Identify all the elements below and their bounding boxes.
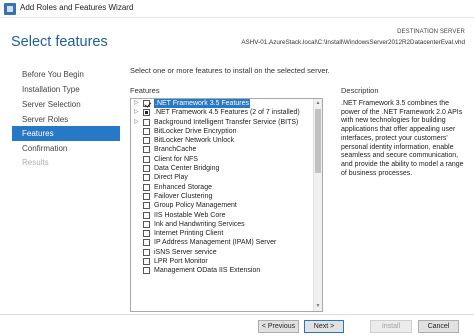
feature-row[interactable]: ▷ .NET Framework 4.5 Features (2 of 7 ins… xyxy=(131,108,322,117)
feature-label: .NET Framework 3.5 Features xyxy=(154,99,251,109)
feature-row[interactable]: ▷ .NET Framework 3.5 Features xyxy=(131,99,322,109)
feature-label: Direct Play xyxy=(154,174,188,182)
feature-row[interactable]: Internet Printing Client xyxy=(131,229,322,238)
feature-label: BranchCache xyxy=(154,146,197,154)
feature-row[interactable]: LPR Port Monitor xyxy=(131,257,322,266)
scroll-up-arrow-icon[interactable]: ▲ xyxy=(314,99,322,108)
destination-server-label: DESTINATION SERVER xyxy=(397,29,465,35)
title-bar: Add Roles and Features Wizard xyxy=(0,0,474,18)
feature-checkbox[interactable] xyxy=(143,202,150,210)
feature-label: IP Address Management (IPAM) Server xyxy=(154,239,277,247)
feature-row[interactable]: Ink and Handwriting Services xyxy=(131,220,322,229)
feature-checkbox[interactable] xyxy=(143,239,150,247)
feature-row[interactable]: Management OData IIS Extension xyxy=(131,266,322,275)
feature-row[interactable]: BitLocker Drive Encryption xyxy=(131,127,322,136)
wizard-footer: < Previous Next > Install Cancel xyxy=(0,314,474,336)
feature-label: Management OData IIS Extension xyxy=(154,267,261,275)
nav-item-before-you-begin[interactable]: Before You Begin xyxy=(12,67,120,82)
feature-row[interactable]: Failover Clustering xyxy=(131,192,322,201)
feature-label: iSNS Server service xyxy=(154,248,217,256)
feature-checkbox[interactable] xyxy=(143,109,150,117)
feature-checkbox[interactable] xyxy=(143,248,150,256)
feature-label: BitLocker Drive Encryption xyxy=(154,127,237,135)
feature-label: Client for NFS xyxy=(154,155,198,163)
wizard-nav: Before You Begin Installation Type Serve… xyxy=(0,62,120,314)
feature-list: ▷ .NET Framework 3.5 Features ▷ .NET Framew… xyxy=(131,99,322,276)
feature-checkbox[interactable] xyxy=(143,155,150,163)
instruction-text: Select one or more features to install o… xyxy=(130,66,330,75)
destination-server-value: ASHV-01.AzureStack.local\C:\Install\Wind… xyxy=(241,39,465,46)
feature-checkbox[interactable] xyxy=(143,127,150,135)
feature-label: Internet Printing Client xyxy=(154,230,224,238)
feature-checkbox[interactable] xyxy=(143,220,150,228)
feature-checkbox[interactable] xyxy=(143,174,150,182)
feature-row[interactable]: Data Center Bridging xyxy=(131,164,322,173)
wizard-header: Select features DESTINATION SERVER ASHV-… xyxy=(0,18,474,62)
nav-item-features[interactable]: Features xyxy=(12,126,120,141)
feature-checkbox[interactable] xyxy=(143,183,150,191)
feature-checkbox[interactable] xyxy=(143,258,150,266)
feature-label: Group Policy Management xyxy=(154,202,237,210)
nav-item-server-selection[interactable]: Server Selection xyxy=(12,97,120,112)
feature-checkbox[interactable] xyxy=(143,118,150,126)
nav-item-results: Results xyxy=(22,158,49,167)
feature-checkbox[interactable] xyxy=(143,211,150,219)
feature-row[interactable]: iSNS Server service xyxy=(131,248,322,257)
feature-label: Enhanced Storage xyxy=(154,183,212,191)
feature-row[interactable]: BitLocker Network Unlock xyxy=(131,136,322,145)
feature-checkbox[interactable] xyxy=(143,230,150,238)
expand-arrow-icon[interactable]: ▷ xyxy=(134,119,141,126)
feature-label: LPR Port Monitor xyxy=(154,258,208,266)
feature-checkbox[interactable] xyxy=(143,267,150,275)
description-title: Description xyxy=(341,86,379,95)
feature-label: Failover Clustering xyxy=(154,192,213,200)
feature-row[interactable]: Client for NFS xyxy=(131,155,322,164)
nav-item-confirmation[interactable]: Confirmation xyxy=(12,141,120,156)
nav-item-installation-type[interactable]: Installation Type xyxy=(12,82,120,97)
install-button: Install xyxy=(370,320,412,333)
features-scrollbar[interactable]: ▲ ▼ xyxy=(313,99,322,311)
feature-row[interactable]: Enhanced Storage xyxy=(131,183,322,192)
feature-row[interactable]: BranchCache xyxy=(131,145,322,154)
feature-label: Data Center Bridging xyxy=(154,165,220,173)
server-manager-icon xyxy=(4,3,16,15)
feature-checkbox[interactable] xyxy=(143,100,150,107)
features-tree[interactable]: ▷ .NET Framework 3.5 Features ▷ .NET Framew… xyxy=(130,98,323,312)
feature-checkbox[interactable] xyxy=(143,192,150,200)
previous-button[interactable]: < Previous xyxy=(258,320,299,333)
scrollbar-thumb[interactable] xyxy=(315,109,321,173)
feature-checkbox[interactable] xyxy=(143,165,150,173)
features-list-label: Features xyxy=(130,86,160,95)
next-button[interactable]: Next > xyxy=(304,320,344,333)
feature-row[interactable]: IP Address Management (IPAM) Server xyxy=(131,238,322,247)
expand-arrow-icon[interactable]: ▷ xyxy=(134,100,141,107)
feature-label: BitLocker Network Unlock xyxy=(154,137,235,145)
description-text: .NET Framework 3.5 combines the power of… xyxy=(341,100,464,177)
feature-label: IIS Hostable Web Core xyxy=(154,211,226,219)
feature-label: Ink and Handwriting Services xyxy=(154,220,245,228)
feature-label: Background Intelligent Transfer Service … xyxy=(154,118,299,126)
feature-row[interactable]: ▷ Background Intelligent Transfer Service… xyxy=(131,118,322,127)
scroll-down-arrow-icon[interactable]: ▼ xyxy=(314,302,322,311)
cancel-button[interactable]: Cancel xyxy=(418,320,459,333)
feature-row[interactable]: IIS Hostable Web Core xyxy=(131,211,322,220)
window-title: Add Roles and Features Wizard xyxy=(20,3,134,12)
feature-label: .NET Framework 4.5 Features (2 of 7 inst… xyxy=(154,109,300,117)
page-title: Select features xyxy=(11,34,108,50)
feature-row[interactable]: Group Policy Management xyxy=(131,201,322,210)
nav-item-server-roles[interactable]: Server Roles xyxy=(12,112,120,127)
feature-checkbox[interactable] xyxy=(143,137,150,145)
expand-arrow-icon[interactable]: ▷ xyxy=(134,109,141,116)
feature-row[interactable]: Direct Play xyxy=(131,173,322,182)
feature-checkbox[interactable] xyxy=(143,146,150,154)
